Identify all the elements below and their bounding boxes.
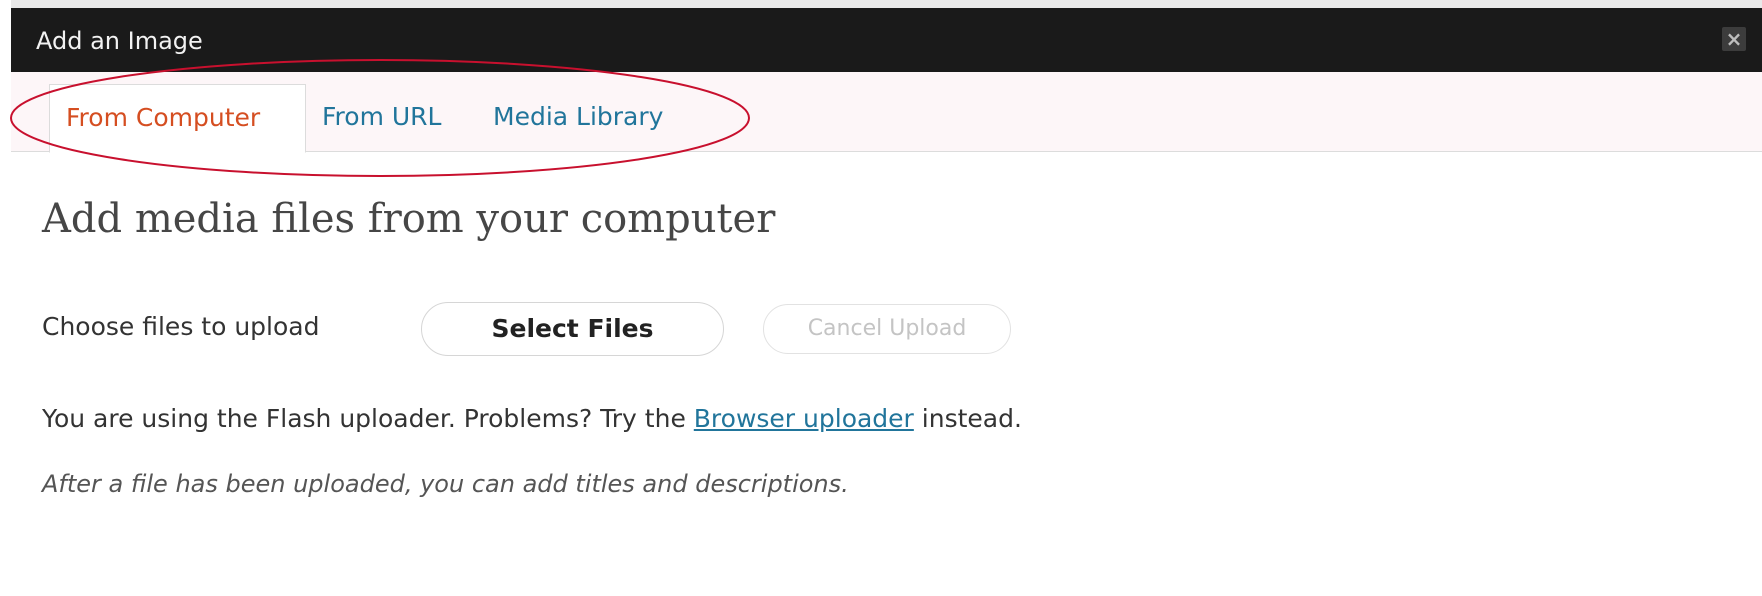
page-title: Add media files from your computer [42, 196, 776, 242]
upload-label: Choose files to upload [42, 312, 320, 341]
tab-from-computer[interactable]: From Computer [49, 84, 306, 153]
after-upload-note: After a file has been uploaded, you can … [42, 470, 849, 498]
flash-notice-suffix: instead. [913, 404, 1022, 433]
dialog-title: Add an Image [36, 27, 203, 55]
close-icon[interactable]: × [1722, 27, 1746, 51]
cancel-upload-button[interactable]: Cancel Upload [763, 304, 1011, 354]
flash-notice-prefix: You are using the Flash uploader. Proble… [42, 404, 694, 433]
dialog-titlebar: Add an Image × [11, 0, 1762, 72]
tab-from-url[interactable]: From URL [322, 84, 441, 152]
flash-uploader-notice: You are using the Flash uploader. Proble… [42, 404, 1022, 433]
browser-uploader-link[interactable]: Browser uploader [694, 404, 914, 433]
tab-bar: From Computer From URL Media Library [11, 72, 1762, 153]
dialog-left-border [0, 0, 11, 596]
select-files-button[interactable]: Select Files [421, 302, 724, 356]
tab-media-library[interactable]: Media Library [493, 84, 663, 152]
